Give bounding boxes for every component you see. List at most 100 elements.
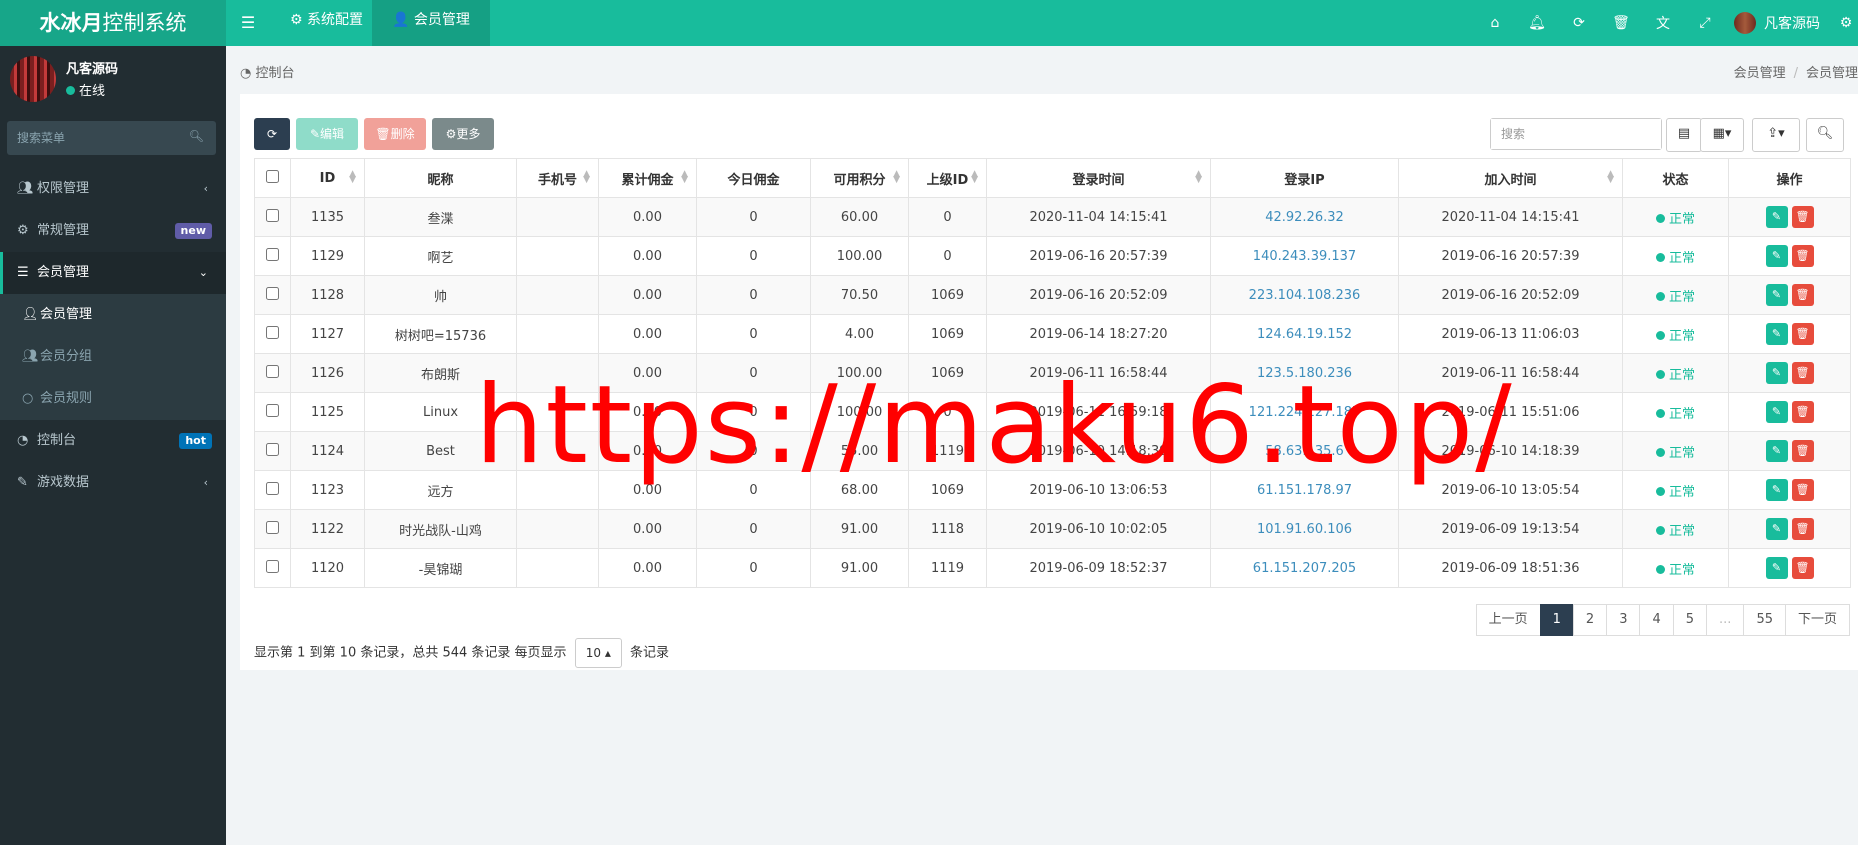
sidebar-item-permission[interactable]: 👥︎ 权限管理 ‹ bbox=[0, 168, 226, 210]
bell-icon[interactable]: 🔔︎ bbox=[1516, 15, 1558, 31]
row-edit-button[interactable]: ✎ bbox=[1765, 479, 1788, 501]
column-header[interactable]: 累计佣金 ▲ ▼ bbox=[598, 158, 697, 198]
pencil-icon: ✎ bbox=[1771, 444, 1782, 457]
column-header[interactable]: ID ▲ ▼ bbox=[290, 158, 365, 198]
status-dot-icon bbox=[1655, 291, 1665, 301]
prev-page-button[interactable]: 上一页 bbox=[1475, 604, 1541, 636]
row-checkbox[interactable] bbox=[266, 325, 279, 339]
row-checkbox[interactable] bbox=[266, 481, 279, 495]
fullscreen-icon[interactable]: ⤢ bbox=[1684, 15, 1726, 31]
sidebar-item-dashboard[interactable]: ◔ 控制台 hot bbox=[0, 420, 226, 462]
sidebar-subitem-member-group[interactable]: 👥︎会员分组 bbox=[0, 336, 226, 378]
sidebar-item-game-data[interactable]: ✎ 游戏数据 ‹ bbox=[0, 462, 226, 504]
login-ip-link[interactable]: 140.243.39.137 bbox=[1210, 236, 1399, 276]
row-edit-button[interactable]: ✎ bbox=[1765, 245, 1788, 267]
trash-icon[interactable]: 🗑︎ bbox=[1600, 15, 1642, 31]
page-button[interactable]: 4 bbox=[1639, 604, 1674, 636]
advanced-search-button[interactable]: 🔍︎ bbox=[1806, 118, 1844, 152]
column-header[interactable]: 手机号 ▲ ▼ bbox=[516, 158, 599, 198]
row-edit-button[interactable]: ✎ bbox=[1765, 401, 1788, 423]
row-edit-button[interactable]: ✎ bbox=[1765, 362, 1788, 384]
page-button[interactable]: 2 bbox=[1572, 604, 1608, 636]
columns-button[interactable]: ▦▾ bbox=[1700, 118, 1744, 152]
export-button[interactable]: ⇪▾ bbox=[1752, 118, 1800, 152]
tab-member-management[interactable]: 👤 会员管理 bbox=[372, 0, 490, 46]
row-edit-button[interactable]: ✎ bbox=[1765, 284, 1788, 306]
row-edit-button[interactable]: ✎ bbox=[1765, 323, 1788, 345]
login-ip-link[interactable]: 42.92.26.32 bbox=[1210, 197, 1399, 237]
status-dot-icon bbox=[1655, 525, 1665, 535]
sidebar-subitem-member-rules[interactable]: ○ 会员规则 bbox=[0, 378, 226, 420]
page-button[interactable]: 5 bbox=[1672, 604, 1708, 636]
column-header: 状态 bbox=[1622, 158, 1729, 198]
app-logo[interactable]: 水冰月控制系统 bbox=[0, 0, 226, 46]
row-delete-button[interactable]: 🗑︎ bbox=[1791, 323, 1814, 345]
row-checkbox[interactable] bbox=[266, 286, 279, 300]
sidebar-subitem-label: 会员规则 bbox=[40, 391, 93, 406]
row-delete-button[interactable]: 🗑︎ bbox=[1791, 245, 1814, 267]
row-delete-button[interactable]: 🗑︎ bbox=[1791, 284, 1814, 306]
breadcrumb-item[interactable]: 会员管理 bbox=[1734, 66, 1786, 81]
settings-icon[interactable]: ⚙ bbox=[1834, 15, 1858, 31]
refresh-button[interactable]: ⟳ bbox=[254, 118, 290, 150]
row-delete-button[interactable]: 🗑︎ bbox=[1791, 479, 1814, 501]
row-edit-button[interactable]: ✎ bbox=[1765, 440, 1788, 462]
tab-label: 系统配置 bbox=[307, 12, 364, 28]
login-ip-link[interactable]: 223.104.108.236 bbox=[1210, 275, 1399, 315]
row-checkbox[interactable] bbox=[266, 559, 279, 573]
sidebar-item-members[interactable]: ☰ 会员管理 ⌄ bbox=[0, 252, 226, 294]
login-ip-link[interactable]: 101.91.60.106 bbox=[1210, 509, 1399, 549]
column-header[interactable]: 登录时间 ▲ ▼ bbox=[986, 158, 1211, 198]
column-header[interactable]: 可用积分 ▲ ▼ bbox=[810, 158, 909, 198]
next-page-button[interactable]: 下一页 bbox=[1784, 604, 1850, 636]
row-delete-button[interactable]: 🗑︎ bbox=[1791, 518, 1814, 540]
pencil-icon: ✎ bbox=[1771, 327, 1782, 340]
edit-button[interactable]: ✎编辑 bbox=[296, 118, 358, 150]
login-ip-link[interactable]: 61.151.207.205 bbox=[1210, 548, 1399, 588]
row-edit-button[interactable]: ✎ bbox=[1765, 206, 1788, 228]
sidebar-item-general[interactable]: ⚙ 常规管理 new bbox=[0, 210, 226, 252]
row-edit-button[interactable]: ✎ bbox=[1765, 518, 1788, 540]
page-button[interactable]: 55 bbox=[1743, 604, 1786, 636]
tab-system-config[interactable]: ⚙ 系统配置 bbox=[270, 0, 383, 46]
translate-icon[interactable]: 文 bbox=[1642, 13, 1684, 33]
select-all-checkbox[interactable] bbox=[266, 169, 279, 183]
column-header[interactable]: 上级ID ▲ ▼ bbox=[908, 158, 987, 198]
search-input[interactable] bbox=[1491, 119, 1661, 149]
status-dot-icon bbox=[1655, 252, 1665, 262]
row-delete-button[interactable]: 🗑︎ bbox=[1791, 401, 1814, 423]
row-checkbox[interactable] bbox=[266, 520, 279, 534]
page-button[interactable]: 3 bbox=[1606, 604, 1641, 636]
column-header[interactable]: 加入时间 ▲ ▼ bbox=[1398, 158, 1623, 198]
page-size-select[interactable]: 10 ▴ bbox=[574, 638, 622, 668]
row-checkbox[interactable] bbox=[266, 208, 279, 222]
page-button[interactable]: 1 bbox=[1539, 604, 1574, 636]
actions-cell: ✎ 🗑︎ bbox=[1728, 197, 1851, 237]
more-button[interactable]: ⚙更多 bbox=[432, 118, 494, 150]
row-checkbox[interactable] bbox=[266, 247, 279, 261]
row-checkbox[interactable] bbox=[266, 442, 279, 456]
sidebar-toggle-icon[interactable]: ☰ bbox=[226, 0, 270, 46]
row-checkbox[interactable] bbox=[266, 364, 279, 378]
breadcrumb-separator: / bbox=[1793, 66, 1798, 81]
row-checkbox[interactable] bbox=[266, 403, 279, 417]
row-edit-button[interactable]: ✎ bbox=[1765, 557, 1788, 579]
row-delete-button[interactable]: 🗑︎ bbox=[1791, 362, 1814, 384]
join-time-cell: 2019-06-09 18:51:36 bbox=[1398, 548, 1623, 588]
toggle-view-button[interactable]: ▤ bbox=[1666, 118, 1702, 152]
sidebar-search-input[interactable] bbox=[7, 121, 197, 155]
home-icon[interactable]: ⌂ bbox=[1474, 15, 1516, 31]
row-delete-button[interactable]: 🗑︎ bbox=[1791, 440, 1814, 462]
parent-id-cell: 1069 bbox=[908, 275, 987, 315]
search-icon[interactable]: 🔍︎ bbox=[189, 129, 204, 143]
user-menu[interactable]: 凡客源码 bbox=[1734, 12, 1820, 34]
status-badge: 正常 bbox=[1622, 548, 1729, 588]
sort-icon: ▲ ▼ bbox=[1195, 169, 1202, 185]
login-time-cell: 2019-06-14 18:27:20 bbox=[986, 314, 1211, 354]
refresh-icon[interactable]: ⟳ bbox=[1558, 15, 1600, 31]
row-delete-button[interactable]: 🗑︎ bbox=[1791, 206, 1814, 228]
sidebar-subitem-member-management[interactable]: 👤︎会员管理 bbox=[0, 294, 226, 336]
login-ip-link[interactable]: 124.64.19.152 bbox=[1210, 314, 1399, 354]
row-delete-button[interactable]: 🗑︎ bbox=[1791, 557, 1814, 579]
delete-button[interactable]: 🗑︎删除 bbox=[364, 118, 426, 150]
